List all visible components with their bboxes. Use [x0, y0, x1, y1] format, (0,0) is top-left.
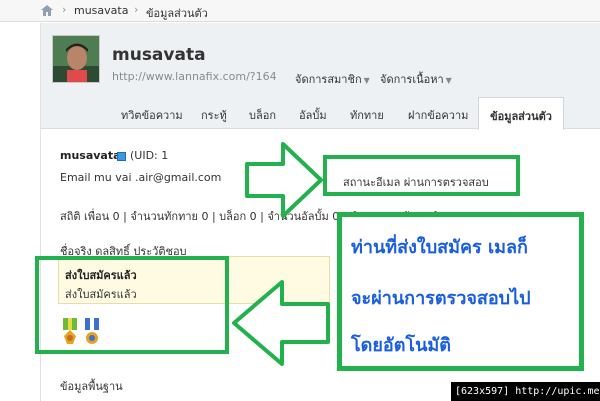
- medal-icon[interactable]: [60, 318, 80, 350]
- info-email: Email mu vai .air@gmail.com: [60, 171, 222, 184]
- manage-members-label: จัดการสมาชิก: [295, 73, 362, 86]
- email-status-text: สถานะอีเมล ผ่านการตรวจสอบ: [343, 176, 489, 189]
- tab-profile-info-label: ข้อมูลส่วนตัว: [490, 110, 552, 123]
- info-uid: (UID: 1: [130, 149, 169, 162]
- section-heading: ข้อมูลพื้นฐาน: [60, 380, 123, 393]
- verified-badge-icon: [117, 152, 126, 161]
- email-status-highlight: สถานะอีเมล ผ่านการตรวจสอบ: [323, 155, 520, 196]
- home-icon[interactable]: [40, 4, 54, 17]
- chevron-down-icon: ▼: [363, 76, 370, 85]
- message-line-1: ท่านที่ส่งใบสมัคร เมลก็: [351, 237, 528, 258]
- tab-album[interactable]: อัลบั้ม: [299, 106, 327, 124]
- manage-content-label: จัดการเนื้อหา: [380, 73, 444, 86]
- chevron-down-icon: ▼: [445, 76, 452, 85]
- info-name: musavata: [60, 149, 121, 162]
- profile-url[interactable]: http://www.lannafix.com/?164: [112, 70, 277, 83]
- tab-tweets[interactable]: ทวิตข้อความ: [121, 106, 183, 124]
- tab-message[interactable]: ฝากข้อความ: [408, 106, 468, 124]
- manage-members-menu[interactable]: จัดการสมาชิก ▼: [295, 70, 370, 88]
- breadcrumb-separator: ›: [62, 3, 67, 16]
- tab-greeting[interactable]: ทักทาย: [350, 106, 384, 124]
- breadcrumb-user[interactable]: musavata: [74, 4, 128, 17]
- manage-content-menu[interactable]: จัดการเนื้อหา ▼: [380, 70, 452, 88]
- arrow-left-icon: [232, 280, 330, 366]
- image-footer-tag: [623x597] http://upic.me/: [451, 382, 600, 401]
- message-line-3: โดยอัตโนมัติ: [351, 335, 451, 356]
- tooltip-title: ส่งใบสมัครแล้ว: [65, 269, 137, 282]
- tab-profile-info[interactable]: ข้อมูลส่วนตัว: [478, 97, 564, 130]
- tab-blog[interactable]: บล็อก: [249, 106, 276, 124]
- breadcrumb-separator: ›: [134, 3, 139, 16]
- arrow-right-icon: [245, 142, 323, 218]
- avatar[interactable]: [52, 35, 100, 83]
- message-line-2: จะผ่านการตรวจสอบไป: [351, 288, 531, 309]
- tab-threads[interactable]: กระทู้: [201, 106, 227, 124]
- profile-username: musavata: [112, 45, 206, 65]
- tooltip-subtitle: ส่งใบสมัครแล้ว: [65, 288, 137, 301]
- breadcrumb-current: ข้อมูลส่วนตัว: [146, 7, 208, 20]
- medal-icon[interactable]: [82, 318, 102, 350]
